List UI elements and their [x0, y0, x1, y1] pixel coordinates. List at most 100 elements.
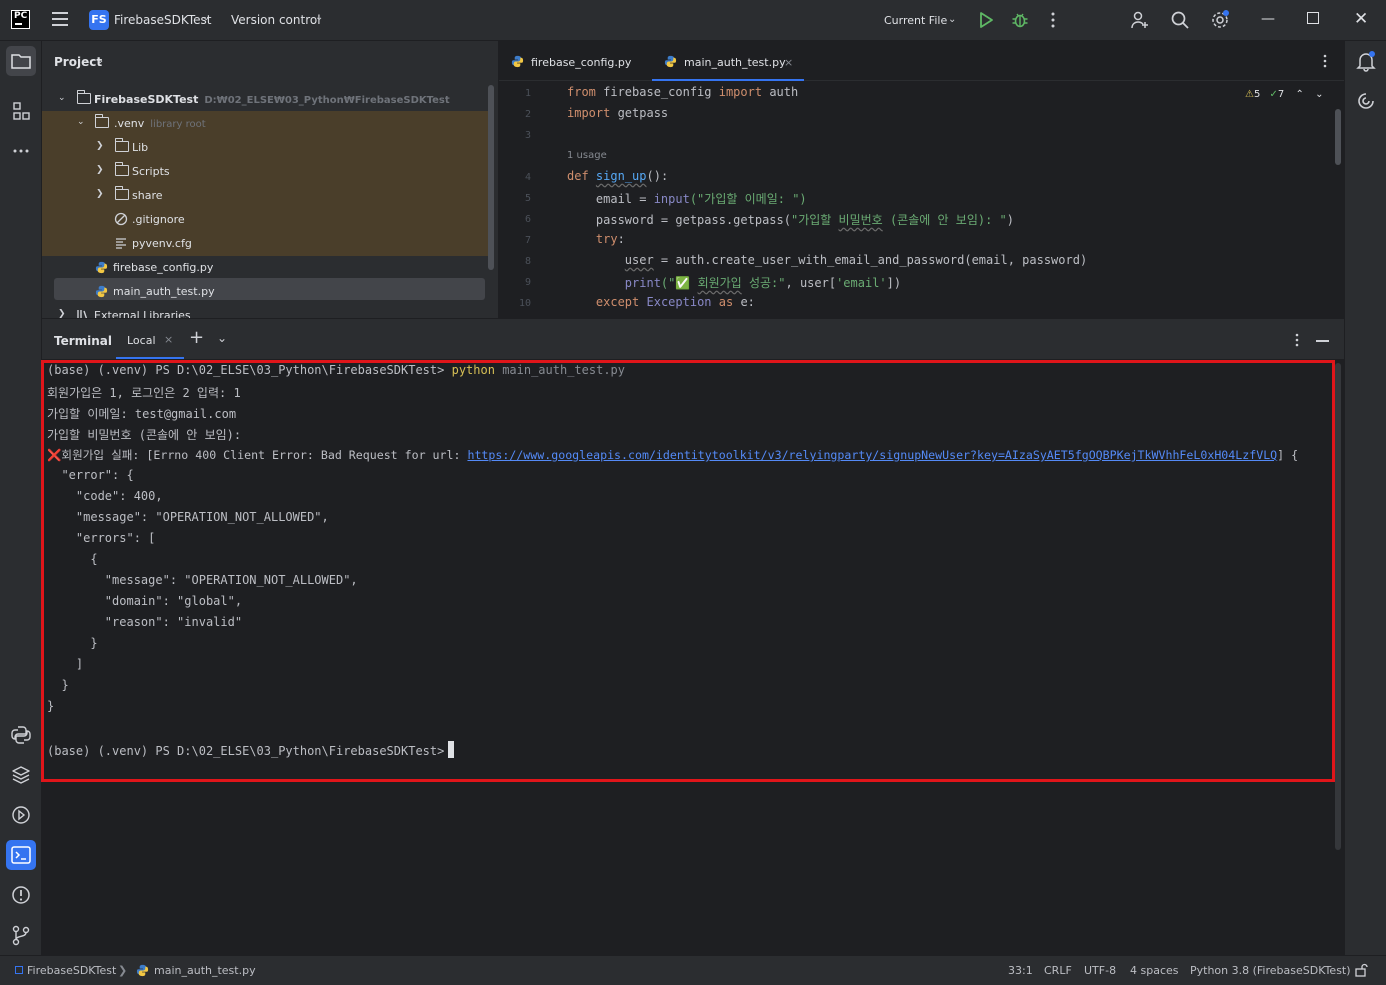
tree-item-pyvenv-cfg[interactable]: pyvenv.cfg: [42, 232, 482, 256]
new-tab-plus-icon[interactable]: +: [189, 327, 204, 348]
settings-icon[interactable]: [1210, 10, 1230, 30]
structure-tool-button[interactable]: [6, 96, 36, 126]
terminal-prompt-line[interactable]: (base) (.venv) PS D:\02_ELSE\03_Python\F…: [47, 741, 455, 758]
terminal-scrollbar[interactable]: [1335, 363, 1341, 850]
tab-close-icon[interactable]: ×: [784, 56, 793, 69]
terminal-more-icon[interactable]: [1289, 332, 1305, 348]
code-line-5[interactable]: email = input("가입할 이메일: "): [567, 190, 807, 207]
terminal-output[interactable]: (base) (.venv) PS D:\02_ELSE\03_Python\F…: [42, 359, 1344, 955]
tree-item-lib[interactable]: ❯ Lib: [42, 136, 482, 160]
usage-hint[interactable]: 1 usage: [567, 150, 607, 161]
version-control-menu[interactable]: Version control: [231, 13, 321, 27]
debug-icon[interactable]: [1010, 10, 1030, 30]
chevron-right-icon[interactable]: ❯: [96, 141, 104, 151]
terminal-json-line: "code": 400,: [47, 489, 163, 503]
python-packages-button[interactable]: [6, 720, 36, 750]
notifications-icon[interactable]: [1355, 50, 1377, 72]
tree-item-scripts[interactable]: ❯ Scripts: [42, 160, 482, 184]
tree-item-gitignore[interactable]: .gitignore: [42, 208, 482, 232]
project-panel-title[interactable]: Project: [54, 55, 102, 69]
close-icon[interactable]: ✕: [1354, 9, 1368, 29]
chevron-down-icon[interactable]: ⌄: [58, 93, 66, 103]
chevron-down-icon[interactable]: ⌄: [77, 117, 85, 127]
tab-terminal-local[interactable]: Local ×: [116, 319, 184, 360]
command-arg: main_auth_test.py: [502, 363, 626, 377]
code-line-1[interactable]: from firebase_config import auth: [567, 85, 798, 99]
tree-item-venv[interactable]: ⌄ .venv library root: [42, 112, 482, 136]
more-icon[interactable]: [1043, 10, 1063, 30]
code-line-9[interactable]: print("✅ 회원가입 성공:", user['email']): [567, 274, 901, 291]
code-line-6[interactable]: password = getpass.getpass("가입할 비밀번호 (콘솔…: [567, 211, 1014, 228]
ai-assistant-icon[interactable]: [1355, 90, 1377, 112]
project-panel: Project ⌄ ⌄ FirebaseSDKTest D:₩02_ELSE₩03…: [42, 41, 498, 318]
minimize-icon[interactable]: —: [1261, 11, 1275, 27]
inspection-widget[interactable]: ⚠5 ✓7 ⌃ ⌄: [1245, 89, 1323, 100]
run-icon[interactable]: [976, 10, 996, 30]
tree-item-label: .gitignore: [132, 213, 185, 226]
chevron-down-icon[interactable]: ⌄: [96, 55, 104, 66]
line-number: 5: [524, 193, 531, 204]
line-separator[interactable]: CRLF: [1044, 964, 1072, 977]
editor-more-icon[interactable]: [1317, 53, 1333, 69]
chevron-right-icon[interactable]: ❯: [96, 189, 104, 199]
project-scrollbar[interactable]: [488, 85, 494, 270]
project-tool-button[interactable]: [6, 46, 36, 76]
terminal-tool-button[interactable]: [6, 840, 36, 870]
terminal-icon: [11, 846, 31, 864]
error-url-link[interactable]: https://www.googleapis.com/identitytoolk…: [467, 448, 1277, 462]
python-interpreter[interactable]: Python 3.8 (FirebaseSDKTest): [1190, 964, 1351, 977]
git-tool-button[interactable]: [6, 920, 36, 950]
breadcrumb-project[interactable]: FirebaseSDKTest: [27, 964, 116, 977]
folder-icon: [11, 54, 31, 69]
folder-icon: [114, 186, 129, 200]
chevron-up-icon[interactable]: ⌃: [1295, 89, 1303, 100]
hamburger-icon[interactable]: [52, 12, 68, 28]
config-file-icon: [116, 238, 126, 249]
chevron-down-icon[interactable]: ⌄: [315, 12, 323, 23]
hide-panel-icon[interactable]: [1316, 340, 1329, 342]
terminal-json-line: "message": "OPERATION_NOT_ALLOWED",: [47, 573, 358, 587]
unlock-icon[interactable]: [1354, 963, 1368, 977]
editor-scrollbar[interactable]: [1335, 109, 1341, 165]
code-line-7[interactable]: try:: [567, 232, 625, 246]
terminal-output-line: 회원가입은 1, 로그인은 2 입력: 1: [47, 386, 241, 400]
file-encoding[interactable]: UTF-8: [1084, 964, 1116, 977]
run-config-selector[interactable]: Current File: [884, 14, 947, 27]
terminal-json-line: "reason": "invalid": [47, 615, 243, 629]
project-badge[interactable]: FS: [89, 10, 109, 30]
code-line-4[interactable]: def sign_up():: [567, 169, 668, 183]
tab-main-auth-test[interactable]: main_auth_test.py ×: [652, 41, 804, 81]
chevron-down-icon[interactable]: ⌄: [202, 12, 210, 23]
layers-tool-button[interactable]: [6, 760, 36, 790]
project-name[interactable]: FirebaseSDKTest: [114, 13, 211, 27]
add-user-icon[interactable]: [1130, 10, 1150, 30]
chevron-down-icon[interactable]: ⌄: [948, 14, 956, 25]
text-cursor: [448, 741, 455, 758]
services-tool-button[interactable]: [6, 800, 36, 830]
tree-item-main-auth-test[interactable]: main_auth_test.py: [42, 280, 482, 304]
more-tools-button[interactable]: [6, 136, 36, 166]
problems-tool-button[interactable]: [6, 880, 36, 910]
breadcrumb-file[interactable]: main_auth_test.py: [154, 964, 256, 977]
tree-item-firebase-config[interactable]: firebase_config.py: [42, 256, 482, 280]
pycharm-logo-icon[interactable]: PC: [11, 10, 30, 29]
tree-item-external-libraries[interactable]: ❯ External Libraries: [42, 304, 482, 318]
chevron-down-icon[interactable]: ⌄: [1315, 89, 1323, 100]
indent-setting[interactable]: 4 spaces: [1130, 964, 1179, 977]
code-line-2[interactable]: import getpass: [567, 106, 668, 120]
terminal-json-line: "domain": "global",: [47, 594, 243, 608]
tab-firebase-config[interactable]: firebase_config.py: [511, 41, 641, 81]
code-line-10[interactable]: except Exception as e:: [567, 295, 755, 309]
python-file-icon: [95, 261, 108, 274]
chevron-right-icon[interactable]: ❯: [96, 165, 104, 175]
search-icon[interactable]: [1170, 10, 1190, 30]
tree-item-share[interactable]: ❯ share: [42, 184, 482, 208]
code-line-8[interactable]: user = auth.create_user_with_email_and_p…: [567, 253, 1087, 267]
terminal-json-line: ]: [47, 657, 84, 671]
maximize-icon[interactable]: [1307, 12, 1319, 24]
chevron-down-icon[interactable]: ⌄: [217, 331, 227, 345]
chevron-right-icon[interactable]: ❯: [58, 309, 66, 318]
tree-item-project-root[interactable]: ⌄ FirebaseSDKTest D:₩02_ELSE₩03_Python₩Fi…: [42, 88, 482, 112]
tab-close-icon[interactable]: ×: [164, 333, 173, 346]
caret-position[interactable]: 33:1: [1008, 964, 1033, 977]
